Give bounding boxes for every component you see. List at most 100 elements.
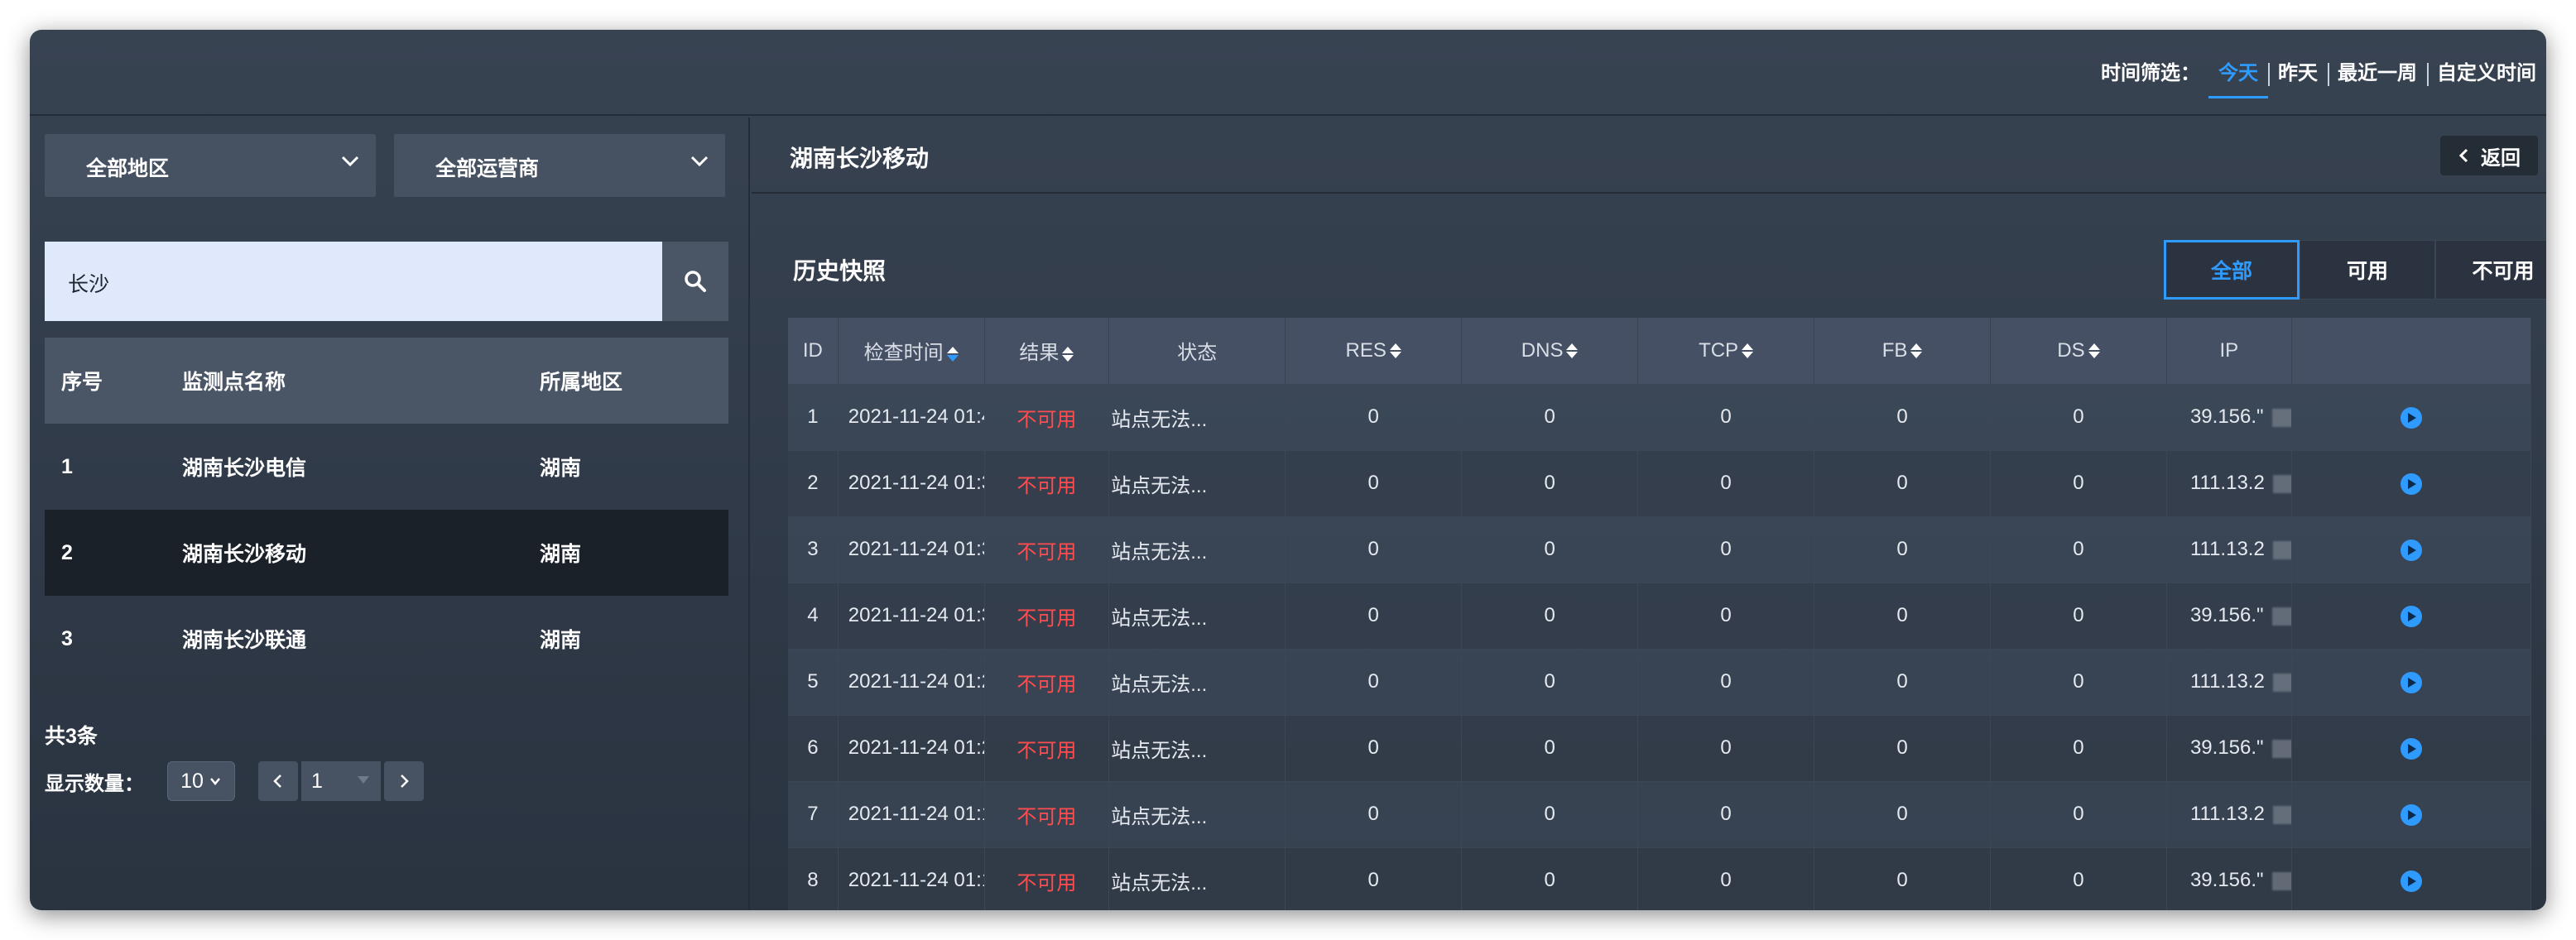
cell-ds: 0 bbox=[1990, 780, 2167, 847]
time-filter-last-week[interactable]: 最近一周 bbox=[2328, 60, 2427, 88]
sort-icon[interactable] bbox=[1389, 343, 1401, 359]
table-row[interactable]: 32021-11-24 01:36:10不可用站点无法...00000111.1… bbox=[788, 516, 2532, 583]
th-res[interactable]: RES bbox=[1285, 318, 1463, 384]
time-filter-label: 时间筛选： bbox=[2101, 62, 2200, 84]
redacted-ip-mask bbox=[2272, 805, 2291, 824]
cell-ds: 0 bbox=[1990, 714, 2167, 781]
next-page-button[interactable] bbox=[384, 761, 424, 801]
sort-icon[interactable] bbox=[1910, 343, 1923, 359]
cell-fb: 0 bbox=[1814, 582, 1991, 649]
arrow-right-circle-icon[interactable] bbox=[2400, 472, 2422, 495]
ip-text: 39.156." bbox=[2189, 405, 2264, 428]
redacted-ip-mask bbox=[2271, 871, 2291, 890]
table-row[interactable]: 12021-11-24 01:44:11不可用站点无法...0000039.15… bbox=[788, 383, 2532, 450]
arrow-right-circle-icon[interactable] bbox=[2400, 870, 2422, 892]
table-row[interactable]: 42021-11-24 01:34:10不可用站点无法...0000039.15… bbox=[788, 582, 2532, 649]
row-name: 湖南长沙移动 bbox=[182, 543, 307, 566]
carrier-select[interactable]: 全部运营商 bbox=[394, 134, 725, 197]
cell-dns: 0 bbox=[1461, 780, 1639, 847]
row-no: 2 bbox=[61, 540, 73, 564]
detail-title: 湖南长沙移动 bbox=[790, 146, 930, 171]
th-ds[interactable]: DS bbox=[1990, 318, 2167, 384]
arrow-right-circle-icon[interactable] bbox=[2400, 803, 2422, 826]
cell-result: 不可用 bbox=[984, 582, 1110, 649]
cell-action bbox=[2291, 780, 2532, 847]
cell-action bbox=[2291, 582, 2532, 649]
th-dns[interactable]: DNS bbox=[1461, 318, 1639, 384]
arrow-right-circle-icon[interactable] bbox=[2400, 605, 2422, 627]
sort-icon[interactable] bbox=[1742, 343, 1754, 359]
detail-header: 湖南长沙移动 返回 bbox=[752, 118, 2546, 194]
pagination: 显示数量： 10 1 bbox=[45, 761, 424, 801]
page-number-input[interactable]: 1 bbox=[301, 761, 381, 801]
segment-available[interactable]: 可用 bbox=[2300, 240, 2435, 300]
time-filter-yesterday[interactable]: 昨天 bbox=[2268, 60, 2328, 88]
page-number-value: 1 bbox=[311, 769, 323, 793]
time-filter-custom[interactable]: 自定义时间 bbox=[2427, 60, 2546, 88]
table-row[interactable]: 22021-11-24 01:38:10不可用站点无法...00000111.1… bbox=[788, 449, 2532, 516]
cell-ds: 0 bbox=[1990, 846, 2167, 910]
sort-icon[interactable] bbox=[2088, 343, 2100, 359]
table-row[interactable]: 62021-11-24 01:20:10不可用站点无法...0000039.15… bbox=[788, 714, 2532, 781]
cell-tcp: 0 bbox=[1637, 648, 1815, 715]
cell-status: 站点无法... bbox=[1108, 449, 1286, 516]
arrow-right-circle-icon[interactable] bbox=[2400, 406, 2422, 429]
segment-all[interactable]: 全部 bbox=[2164, 240, 2300, 300]
time-filter-today[interactable]: 今天 bbox=[2208, 60, 2268, 98]
table-row[interactable]: 1 湖南长沙电信 湖南 bbox=[45, 424, 728, 510]
arrow-right-circle-icon[interactable] bbox=[2400, 737, 2422, 760]
th-tcp[interactable]: TCP bbox=[1637, 318, 1815, 384]
cell-res: 0 bbox=[1285, 582, 1463, 649]
th-result[interactable]: 结果 bbox=[984, 318, 1110, 384]
cell-result: 不可用 bbox=[984, 780, 1110, 847]
table-row[interactable]: 52021-11-24 01:24:10不可用站点无法...00000111.1… bbox=[788, 648, 2532, 715]
prev-page-button[interactable] bbox=[258, 761, 298, 801]
cell-res: 0 bbox=[1285, 516, 1463, 583]
segment-unavailable[interactable]: 不可用 bbox=[2435, 240, 2546, 300]
arrow-right-circle-icon[interactable] bbox=[2400, 539, 2422, 561]
monitor-point-table: 序号 监测点名称 所属地区 1 湖南长沙电信 湖南 2 湖南长沙移动 湖南 3 … bbox=[45, 338, 728, 682]
chevron-left-icon bbox=[273, 775, 281, 788]
row-name: 湖南长沙电信 bbox=[182, 457, 307, 480]
cell-result: 不可用 bbox=[984, 449, 1110, 516]
table-row[interactable]: 3 湖南长沙联通 湖南 bbox=[45, 596, 728, 682]
history-table-header: ID 检查时间 结果 状态 RES DNS TCP FB DS IP bbox=[788, 318, 2532, 384]
table-row[interactable]: 82021-11-24 01:12:06不可用站点无法...0000039.15… bbox=[788, 846, 2532, 910]
cell-action bbox=[2291, 383, 2532, 450]
arrow-right-circle-icon[interactable] bbox=[2400, 671, 2422, 693]
page-size-value: 10 bbox=[180, 769, 204, 793]
cell-id: 6 bbox=[788, 714, 839, 781]
th-id: ID bbox=[788, 318, 839, 384]
cell-ds: 0 bbox=[1990, 648, 2167, 715]
th-result-label: 结果 bbox=[1019, 342, 1060, 365]
cell-id: 4 bbox=[788, 582, 839, 649]
cell-status: 站点无法... bbox=[1108, 648, 1286, 715]
cell-check-time: 2021-11-24 01:44:11 bbox=[838, 383, 985, 450]
search-button[interactable] bbox=[662, 242, 728, 321]
back-button[interactable]: 返回 bbox=[2440, 136, 2538, 175]
ip-text: 39.156." bbox=[2189, 869, 2264, 892]
cell-fb: 0 bbox=[1814, 383, 1991, 450]
cell-ip: 111.13.2 bbox=[2166, 449, 2292, 516]
sort-icon[interactable] bbox=[1566, 343, 1579, 359]
th-fb[interactable]: FB bbox=[1814, 318, 1991, 384]
table-row[interactable]: 72021-11-24 01:14:08不可用站点无法...00000111.1… bbox=[788, 780, 2532, 847]
redacted-ip-mask bbox=[2272, 673, 2291, 692]
cell-fb: 0 bbox=[1814, 648, 1991, 715]
cell-dns: 0 bbox=[1461, 582, 1639, 649]
carrier-select-value: 全部运营商 bbox=[435, 157, 540, 180]
search-input[interactable]: 长沙 bbox=[45, 242, 662, 321]
cell-status: 站点无法... bbox=[1108, 582, 1286, 649]
cell-check-time: 2021-11-24 01:14:08 bbox=[838, 780, 985, 847]
table-row-selected[interactable]: 2 湖南长沙移动 湖南 bbox=[45, 510, 728, 596]
search-icon bbox=[685, 271, 706, 292]
th-check-time[interactable]: 检查时间 bbox=[838, 318, 985, 384]
th-check-time-label: 检查时间 bbox=[863, 342, 944, 365]
page-size-select[interactable]: 10 bbox=[167, 761, 235, 801]
region-select[interactable]: 全部地区 bbox=[45, 134, 376, 197]
cell-res: 0 bbox=[1285, 383, 1463, 450]
chevron-down-icon bbox=[341, 156, 359, 167]
sort-icon[interactable] bbox=[946, 346, 959, 362]
sort-icon[interactable] bbox=[1062, 346, 1074, 362]
cell-id: 8 bbox=[788, 846, 839, 910]
